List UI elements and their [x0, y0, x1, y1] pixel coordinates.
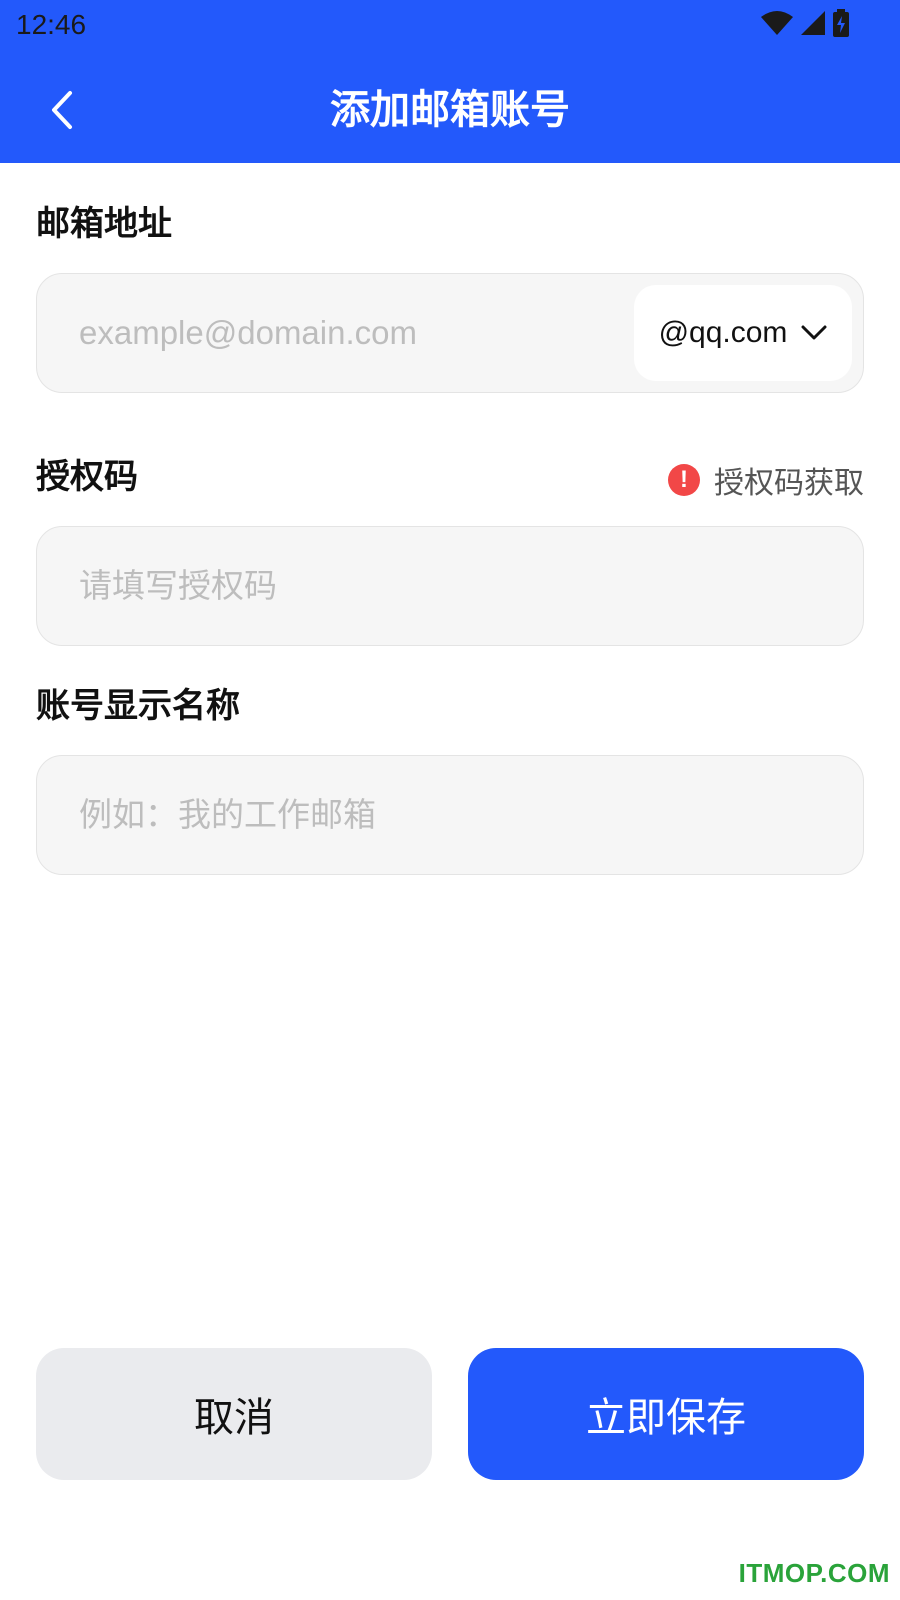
auth-code-field-container	[36, 526, 864, 646]
app-header: 12:46 添加邮箱账号	[0, 0, 900, 163]
email-input[interactable]	[79, 274, 619, 392]
watermark: ITMOP.COM	[738, 1558, 890, 1588]
alert-circle-icon: !	[668, 464, 700, 496]
display-name-label: 账号显示名称	[36, 686, 240, 726]
auth-code-input[interactable]	[79, 527, 819, 645]
domain-select-value: @qq.com	[658, 316, 788, 349]
auth-code-help-link[interactable]: ! 授权码获取	[668, 458, 864, 502]
domain-select[interactable]: @qq.com	[634, 285, 852, 381]
auth-code-label: 授权码	[36, 457, 138, 497]
signal-icon	[800, 10, 826, 40]
status-time: 12:46	[16, 9, 87, 40]
wifi-icon	[760, 10, 794, 40]
status-icons	[760, 8, 850, 42]
save-button[interactable]: 立即保存	[468, 1348, 864, 1480]
cancel-button[interactable]: 取消	[36, 1348, 432, 1480]
battery-charging-icon	[832, 9, 850, 41]
auth-code-help-text: 授权码获取	[714, 466, 864, 501]
page-title: 添加邮箱账号	[330, 87, 570, 133]
display-name-input[interactable]	[79, 756, 819, 874]
email-field-container: @qq.com	[36, 273, 864, 393]
email-address-label: 邮箱地址	[36, 204, 172, 244]
chevron-down-icon	[801, 325, 827, 340]
display-name-field-container	[36, 755, 864, 875]
